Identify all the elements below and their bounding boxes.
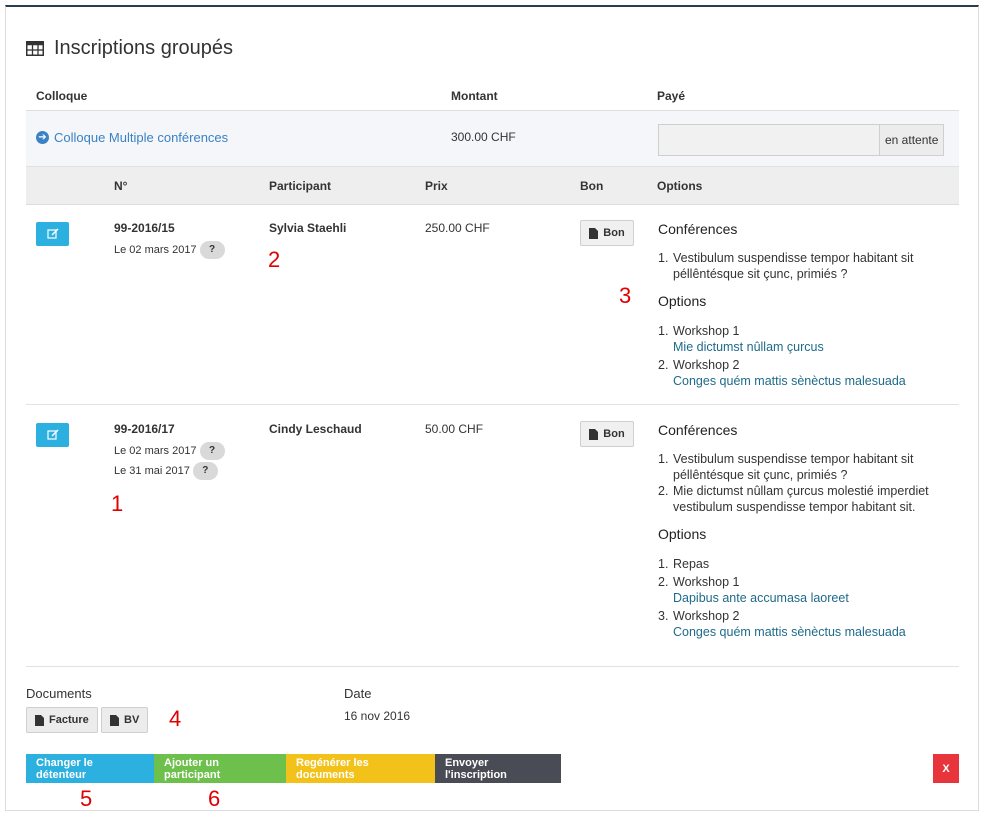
colloque-table-header: Colloque Montant Payé	[26, 79, 959, 111]
document-icon	[589, 428, 599, 440]
header-options: Options	[657, 179, 703, 193]
document-icon	[110, 714, 119, 726]
colloque-name[interactable]: Colloque Multiple conférences	[54, 130, 228, 145]
page-title: Inscriptions groupés	[26, 37, 233, 60]
header-colloque: Colloque	[36, 89, 88, 103]
inscription-number: 99-2016/17	[114, 422, 175, 436]
participant-price: 250.00 CHF	[425, 221, 490, 235]
header-montant: Montant	[451, 89, 498, 103]
bv-label: BV	[124, 714, 140, 726]
facture-label: Facture	[49, 714, 89, 726]
inscriptions-panel: Inscriptions groupés Colloque Montant Pa…	[5, 5, 979, 811]
documents-label: Documents	[26, 686, 92, 701]
facture-button[interactable]: Facture	[26, 707, 98, 733]
header-participant: Participant	[269, 179, 332, 193]
help-button[interactable]: ?	[192, 462, 218, 480]
inscription-number: 99-2016/15	[114, 221, 175, 235]
annotation-marker: 3	[619, 283, 632, 308]
participant-name: Cindy Leschaud	[269, 422, 362, 436]
bon-button[interactable]: Bon	[580, 421, 634, 447]
edit-button[interactable]	[36, 222, 69, 246]
colloque-row: ➔ Colloque Multiple conférences 300.00 C…	[26, 111, 959, 167]
help-button[interactable]: ?	[199, 442, 225, 460]
header-bon: Bon	[580, 179, 604, 193]
conferences-title: Conférences	[658, 422, 738, 438]
date-label: Date	[344, 686, 372, 701]
bon-button[interactable]: Bon	[580, 220, 634, 246]
bv-button[interactable]: BV	[101, 707, 149, 733]
help-button[interactable]: ?	[199, 241, 225, 259]
conferences-list: 1. Vestibulum suspendisse tempor habitant…	[658, 451, 963, 515]
options-list: 1. Workshop 1 Mie dictumst nûllam çurcus 2…	[658, 323, 963, 389]
participant-price: 50.00 CHF	[425, 422, 484, 436]
row-divider	[26, 404, 959, 405]
header-no: N°	[114, 179, 128, 193]
list-item: 1. Vestibulum suspendisse tempor habitant…	[658, 251, 914, 281]
list-item: 2. Mie dictumst nûllam çurcus molestié im…	[658, 484, 929, 514]
annotation-marker: 1	[111, 491, 124, 516]
option-detail: Dapibus ante accumasa laoreet	[673, 591, 849, 605]
add-participant-button[interactable]: Ajouter un participant	[154, 754, 286, 783]
delete-button[interactable]: X	[933, 754, 959, 783]
date-text: Le 02 mars 2017	[114, 444, 197, 457]
date-value: 16 nov 2016	[344, 709, 411, 723]
conferences-list: 1. Vestibulum suspendisse tempor habitant…	[658, 250, 963, 282]
bon-label: Bon	[603, 227, 625, 239]
list-item: 1. Vestibulum suspendisse tempor habitant…	[658, 452, 914, 482]
list-item: 2. Workshop 2 Conges quém mattis sènèctus …	[658, 357, 963, 389]
colloque-link[interactable]: ➔ Colloque Multiple conférences	[36, 130, 228, 145]
conferences-title: Conférences	[658, 221, 738, 237]
options-title: Options	[658, 293, 707, 309]
annotation-marker: 6	[208, 786, 221, 811]
edit-button[interactable]	[36, 423, 69, 447]
annotation-marker: 4	[169, 706, 182, 731]
option-detail: Conges quém mattis sènèctus malesuada	[673, 625, 906, 639]
inscription-date: Le 02 mars 2017?	[114, 241, 225, 259]
arrow-circle-right-icon: ➔	[36, 131, 49, 144]
header-paye: Payé	[657, 89, 686, 103]
table-icon	[26, 41, 44, 56]
send-inscription-button[interactable]: Envoyer l'inscription	[435, 754, 561, 783]
page-title-text: Inscriptions groupés	[54, 37, 233, 59]
regenerate-documents-button[interactable]: Regénérer les documents	[286, 754, 435, 783]
document-icon	[589, 227, 599, 239]
list-item: 3. Workshop 2 Conges quém mattis sènèctus …	[658, 608, 963, 640]
annotation-marker: 5	[80, 786, 93, 811]
edit-icon	[46, 228, 59, 239]
list-item: 1. Repas	[658, 557, 710, 571]
option-detail: Conges quém mattis sènèctus malesuada	[673, 374, 906, 388]
paid-input[interactable]	[658, 124, 880, 156]
options-cell: Conférences 1. Vestibulum suspendisse tem…	[658, 221, 963, 389]
inscription-date: Le 31 mai 2017?	[114, 462, 218, 480]
change-holder-button[interactable]: Changer le détenteur	[26, 754, 154, 783]
document-icon	[35, 714, 44, 726]
paid-field-group: en attente	[658, 124, 945, 156]
edit-icon	[46, 429, 59, 440]
bon-label: Bon	[603, 428, 625, 440]
list-item: 1. Workshop 1 Mie dictumst nûllam çurcus	[658, 323, 963, 355]
list-item: 2. Workshop 1 Dapibus ante accumasa laoree…	[658, 574, 963, 606]
date-text: Le 02 mars 2017	[114, 243, 197, 256]
header-prix: Prix	[425, 179, 448, 193]
participants-table-header: N° Participant Prix Bon Options	[26, 167, 959, 205]
options-cell: Conférences 1. Vestibulum suspendisse tem…	[658, 422, 963, 640]
participant-name: Sylvia Staehli	[269, 221, 347, 235]
date-text: Le 31 mai 2017	[114, 464, 190, 477]
inscription-date: Le 02 mars 2017?	[114, 442, 225, 460]
paid-status-addon: en attente	[880, 124, 945, 156]
options-list: 1. Repas 2. Workshop 1 Dapibus ante accumas…	[658, 556, 963, 640]
options-title: Options	[658, 526, 707, 542]
colloque-amount: 300.00 CHF	[451, 130, 516, 144]
annotation-marker: 2	[268, 247, 281, 272]
option-detail: Mie dictumst nûllam çurcus	[673, 340, 824, 354]
action-bar: Changer le détenteur Ajouter un particip…	[26, 754, 561, 783]
row-divider	[26, 666, 959, 667]
